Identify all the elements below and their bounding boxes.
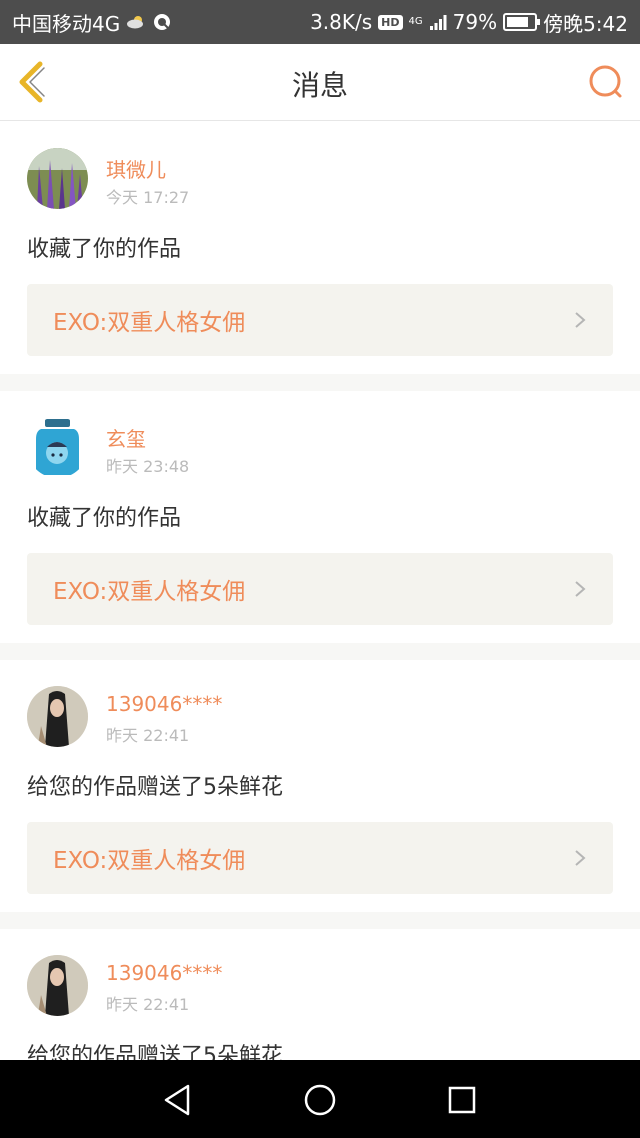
status-bar: 中国移动4G 3.8K/s HD 4G 79% 傍晚5:42: [0, 0, 640, 44]
message-card: 139046**** 昨天 22:41 给您的作品赠送了5朵鲜花: [0, 929, 640, 1060]
hd-badge: HD: [378, 14, 403, 30]
work-link[interactable]: EXO:双重人格女佣: [27, 284, 613, 356]
sender-name[interactable]: 139046****: [106, 961, 222, 985]
search-icon[interactable]: [586, 62, 626, 102]
app-notification-icon: [152, 12, 172, 32]
work-title: EXO:双重人格女佣: [53, 310, 246, 336]
net-type: 4G: [408, 16, 423, 27]
battery-percent: 79%: [452, 10, 498, 34]
message-card: 139046**** 昨天 22:41 给您的作品赠送了5朵鲜花 EXO:双重人…: [0, 660, 640, 912]
work-title: EXO:双重人格女佣: [53, 579, 246, 605]
message-text: 收藏了你的作品: [27, 237, 182, 262]
sender-name[interactable]: 139046****: [106, 692, 222, 716]
carrier-label: 中国移动4G: [12, 11, 121, 36]
message-time: 昨天 22:41: [106, 726, 190, 745]
chevron-right-icon: [573, 310, 587, 330]
sender-name[interactable]: 琪微儿: [106, 154, 166, 183]
message-time: 昨天 23:48: [106, 457, 190, 476]
clock: 傍晚5:42: [543, 11, 628, 36]
battery-icon: [503, 13, 541, 31]
square-recent-icon[interactable]: [442, 1080, 482, 1120]
message-list[interactable]: 琪微儿 今天 17:27 收藏了你的作品 EXO:双重人格女佣 玄玺 昨天 23…: [0, 122, 640, 1060]
avatar[interactable]: [27, 417, 88, 478]
cloud-icon: [126, 14, 146, 30]
work-link[interactable]: EXO:双重人格女佣: [27, 822, 613, 894]
system-nav-bar: [0, 1060, 640, 1138]
work-link[interactable]: EXO:双重人格女佣: [27, 553, 613, 625]
chevron-right-icon: [573, 579, 587, 599]
message-time: 今天 17:27: [106, 188, 190, 207]
circle-home-icon[interactable]: [300, 1080, 340, 1120]
message-text: 收藏了你的作品: [27, 506, 182, 531]
sender-name[interactable]: 玄玺: [106, 423, 146, 452]
signal-icon: [429, 13, 447, 31]
message-card: 琪微儿 今天 17:27 收藏了你的作品 EXO:双重人格女佣: [0, 122, 640, 374]
avatar[interactable]: [27, 686, 88, 747]
message-text: 给您的作品赠送了5朵鲜花: [27, 1044, 283, 1060]
chevron-right-icon: [573, 848, 587, 868]
avatar[interactable]: [27, 148, 88, 209]
triangle-back-icon[interactable]: [158, 1080, 198, 1120]
page-title: 消息: [291, 69, 348, 102]
message-card: 玄玺 昨天 23:48 收藏了你的作品 EXO:双重人格女佣: [0, 391, 640, 643]
avatar[interactable]: [27, 955, 88, 1016]
message-time: 昨天 22:41: [106, 995, 190, 1014]
message-text: 给您的作品赠送了5朵鲜花: [27, 775, 283, 800]
net-speed: 3.8K/s: [310, 10, 373, 34]
work-title: EXO:双重人格女佣: [53, 848, 246, 874]
app-header: 消息: [0, 44, 640, 121]
